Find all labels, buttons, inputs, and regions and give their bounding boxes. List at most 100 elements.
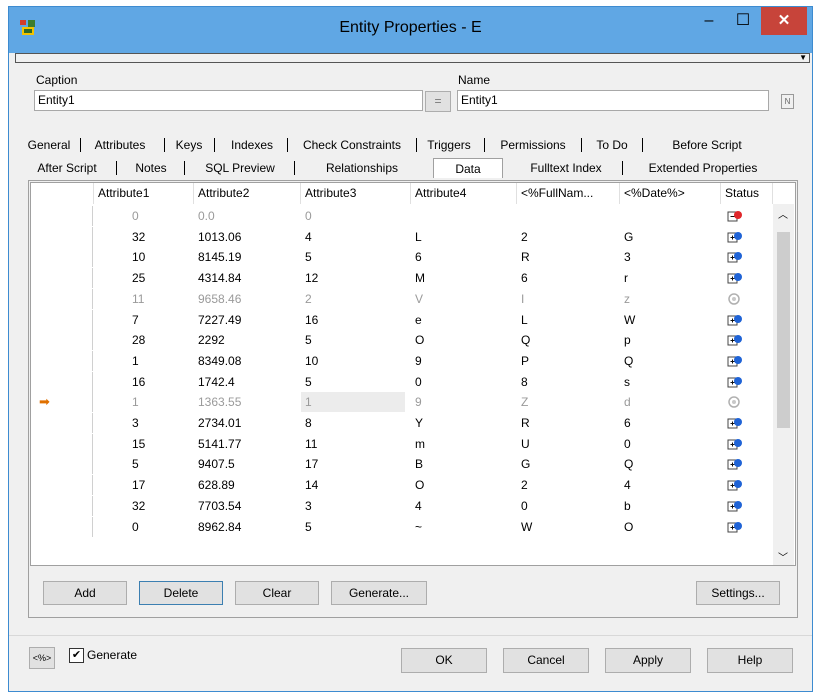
add-button[interactable]: Add — [43, 581, 127, 605]
tab-fulltext-index[interactable]: Fulltext Index — [511, 158, 621, 178]
tab-general[interactable]: General — [19, 135, 79, 155]
tab-extended-properties[interactable]: Extended Properties — [625, 158, 781, 178]
maximize-button[interactable]: ☐ — [731, 9, 755, 33]
column-header[interactable]: Attribute3 — [301, 183, 411, 204]
scroll-up-icon[interactable]: ︿ — [778, 206, 788, 221]
name-field[interactable]: Entity1 — [457, 90, 769, 111]
column-header[interactable]: Attribute2 — [194, 183, 301, 204]
title-bar[interactable]: Entity Properties - E – ☐ ✕ — [9, 7, 812, 53]
grid-cell[interactable]: 6 — [624, 413, 631, 433]
grid-cell[interactable]: 4 — [305, 227, 312, 247]
grid-cell[interactable]: p — [624, 330, 631, 350]
grid-cell[interactable]: 1 — [132, 351, 139, 371]
grid-cell[interactable]: 5141.77 — [198, 434, 241, 454]
close-button[interactable]: ✕ — [761, 7, 807, 35]
tab-notes[interactable]: Notes — [119, 158, 183, 178]
status-disabled-icon[interactable] — [727, 292, 743, 306]
column-header[interactable]: <%FullNam... — [517, 183, 620, 204]
tab-keys[interactable]: Keys — [167, 135, 211, 155]
grid-cell[interactable]: 1013.06 — [198, 227, 241, 247]
status-insert-icon[interactable] — [727, 333, 743, 347]
apply-button[interactable]: Apply — [605, 648, 691, 673]
grid-cell[interactable]: 12 — [305, 268, 318, 288]
grid-cell[interactable]: R — [521, 413, 530, 433]
row-header[interactable]: ➡ — [31, 392, 93, 413]
status-insert-icon[interactable] — [727, 230, 743, 244]
grid-cell[interactable]: 0 — [132, 517, 139, 537]
status-insert-icon[interactable] — [727, 250, 743, 264]
row-header[interactable] — [31, 516, 93, 537]
grid-cell[interactable]: 6 — [521, 268, 528, 288]
row-header[interactable] — [31, 433, 93, 454]
generate-data-button[interactable]: Generate... — [331, 581, 427, 605]
dropdown-arrow-icon[interactable]: ▼ — [799, 54, 807, 62]
column-header[interactable]: Attribute1 — [94, 183, 194, 204]
row-header[interactable] — [31, 475, 93, 496]
grid-cell[interactable]: ~ — [415, 517, 422, 537]
grid-cell[interactable]: 0 — [521, 496, 528, 516]
minimize-button[interactable]: – — [697, 9, 721, 33]
grid-cell[interactable]: G — [521, 454, 530, 474]
grid-cell[interactable]: B — [415, 454, 423, 474]
grid-cell[interactable]: 1363.55 — [198, 392, 241, 412]
grid-cell[interactable]: O — [624, 517, 633, 537]
tab-to-do[interactable]: To Do — [584, 135, 640, 155]
grid-cell[interactable]: 7227.49 — [198, 310, 241, 330]
grid-cell[interactable]: V — [415, 289, 423, 309]
status-insert-icon[interactable] — [727, 457, 743, 471]
row-header[interactable] — [31, 495, 93, 516]
grid-cell[interactable]: Q — [521, 330, 530, 350]
grid-cell[interactable]: 9 — [415, 351, 422, 371]
grid-cell[interactable]: 17 — [305, 454, 318, 474]
grid-cell[interactable]: 5 — [305, 247, 312, 267]
row-header[interactable] — [31, 288, 93, 309]
grid-cell[interactable]: O — [415, 330, 424, 350]
grid-cell[interactable]: Q — [624, 351, 633, 371]
grid-cell[interactable]: 8 — [521, 372, 528, 392]
row-header[interactable] — [31, 268, 93, 289]
grid-cell[interactable]: 9407.5 — [198, 454, 235, 474]
grid-cell[interactable]: 1 — [301, 392, 405, 413]
scrollbar-thumb[interactable] — [777, 232, 790, 428]
grid-cell[interactable]: L — [521, 310, 528, 330]
status-insert-icon[interactable] — [727, 354, 743, 368]
row-header[interactable] — [31, 454, 93, 475]
status-insert-icon[interactable] — [727, 520, 743, 534]
grid-cell[interactable]: b — [624, 496, 631, 516]
grid-cell[interactable]: L — [415, 227, 422, 247]
grid-cell[interactable]: Y — [415, 413, 423, 433]
grid-cell[interactable]: 16 — [305, 310, 318, 330]
status-insert-icon[interactable] — [727, 313, 743, 327]
status-insert-icon[interactable] — [727, 437, 743, 451]
grid-cell[interactable]: 8145.19 — [198, 247, 241, 267]
grid-cell[interactable]: 8349.08 — [198, 351, 241, 371]
delete-button[interactable]: Delete — [139, 581, 223, 605]
row-header[interactable] — [31, 350, 93, 371]
row-header[interactable] — [31, 309, 93, 330]
grid-cell[interactable]: 5 — [305, 372, 312, 392]
caption-field[interactable]: Entity1 — [34, 90, 423, 111]
grid-cell[interactable]: z — [624, 289, 630, 309]
grid-cell[interactable]: 0 — [415, 372, 422, 392]
data-grid[interactable]: Attribute1 Attribute2 Attribute3 Attribute4… — [30, 182, 796, 566]
grid-cell[interactable]: 11 — [132, 289, 144, 309]
grid-cell[interactable]: O — [415, 475, 424, 495]
help-button[interactable]: Help — [707, 648, 793, 673]
tab-check-constraints[interactable]: Check Constraints — [290, 135, 414, 155]
grid-cell[interactable]: 14 — [305, 475, 318, 495]
column-header[interactable]: <%Date%> — [620, 183, 721, 204]
grid-cell[interactable]: 32 — [132, 496, 145, 516]
grid-cell[interactable]: 3 — [624, 247, 631, 267]
ok-button[interactable]: OK — [401, 648, 487, 673]
grid-cell[interactable]: e — [415, 310, 422, 330]
grid-cell[interactable]: Q — [624, 454, 633, 474]
grid-cell[interactable]: 28 — [132, 330, 145, 350]
grid-cell[interactable]: 11 — [305, 434, 317, 454]
status-insert-icon[interactable] — [727, 375, 743, 389]
tab-relationships[interactable]: Relationships — [297, 158, 427, 178]
grid-cell[interactable]: 17 — [132, 475, 145, 495]
grid-cell[interactable]: r — [624, 268, 628, 288]
grid-cell[interactable]: 0.0 — [198, 206, 215, 226]
status-disabled-icon[interactable] — [727, 395, 743, 409]
grid-cell[interactable]: 15 — [132, 434, 145, 454]
